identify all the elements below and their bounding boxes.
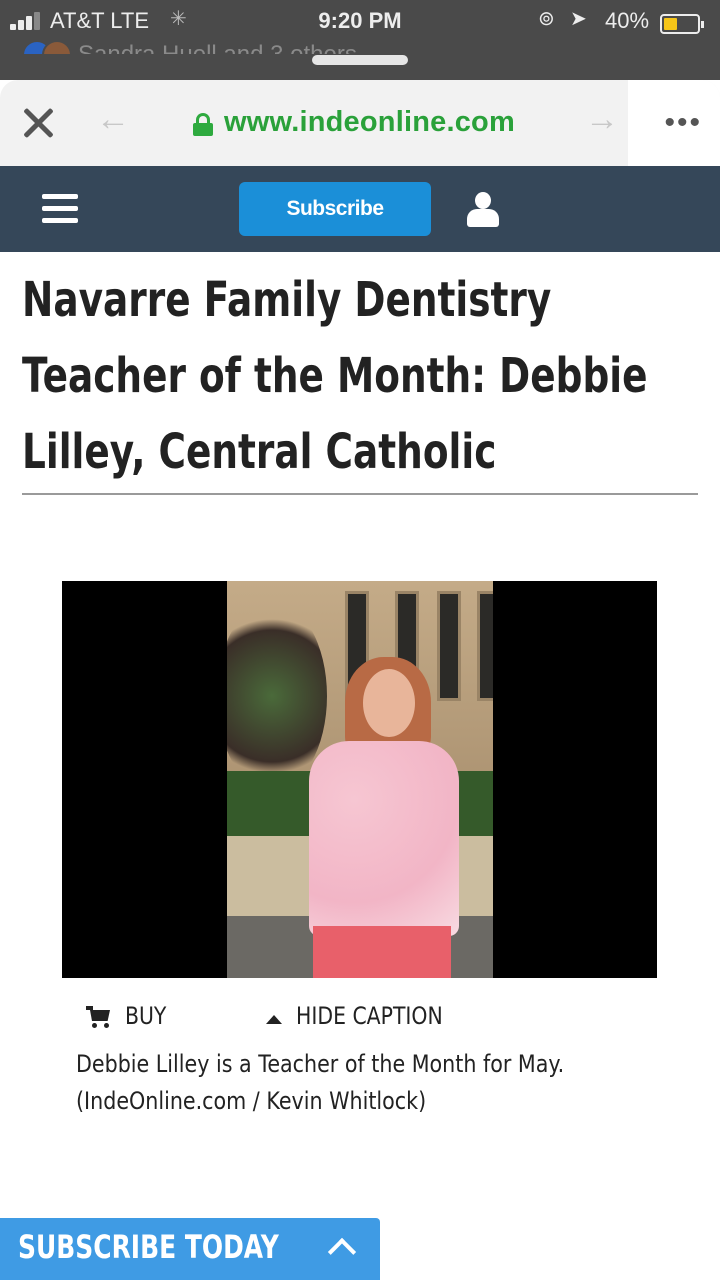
- close-icon[interactable]: [20, 104, 56, 140]
- caption-line: Debbie Lilley is a Teacher of the Month …: [76, 1050, 565, 1078]
- article-photo[interactable]: [227, 581, 493, 978]
- site-header: Subscribe: [0, 166, 720, 252]
- location-arrow-icon: ➤: [570, 8, 587, 30]
- triangle-up-icon: [266, 1015, 282, 1024]
- headline-divider: [22, 493, 698, 495]
- headline-line: Lilley, Central Catholic: [22, 424, 497, 480]
- lock-icon: [193, 113, 213, 136]
- sheet-drag-handle[interactable]: [312, 55, 408, 65]
- back-arrow-icon[interactable]: ←: [96, 100, 130, 139]
- buy-label: BUY: [125, 1002, 167, 1030]
- photo-actions: BUY HIDE CAPTION: [86, 1000, 646, 1036]
- cart-icon: [86, 1006, 112, 1028]
- user-account-icon[interactable]: [467, 192, 499, 228]
- background-notification: Sandra Huell and 3 others: [22, 40, 357, 54]
- photo-caption: Debbie Lilley is a Teacher of the Month …: [76, 1046, 609, 1120]
- menu-icon[interactable]: [42, 194, 78, 224]
- more-options-icon[interactable]: •••: [664, 106, 702, 140]
- subscribe-button[interactable]: Subscribe: [239, 182, 431, 236]
- battery-icon: [660, 14, 704, 34]
- subscribe-today-label: SUBSCRIBE TODAY: [18, 1228, 279, 1266]
- chevron-up-icon[interactable]: [327, 1237, 357, 1267]
- status-bar: AT&T LTE ✳ 9:20 PM ⊚ ➤ 40% Sandra Huell …: [0, 0, 720, 80]
- hide-caption-label: HIDE CAPTION: [296, 1002, 443, 1030]
- url-display[interactable]: www.indeonline.com: [224, 106, 515, 139]
- rotation-lock-icon: ⊚: [538, 8, 555, 30]
- article-headline: Navarre Family Dentistry Teacher of the …: [22, 262, 648, 490]
- caption-line: (IndeOnline.com / Kevin Whitlock): [76, 1087, 427, 1115]
- headline-line: Teacher of the Month: Debbie: [22, 348, 648, 404]
- battery-percent: 40%: [605, 8, 650, 33]
- forward-arrow-icon[interactable]: →: [585, 100, 619, 139]
- browser-toolbar: ← www.indeonline.com → •••: [0, 80, 720, 166]
- subscribe-today-banner[interactable]: SUBSCRIBE TODAY: [0, 1218, 380, 1280]
- headline-line: Navarre Family Dentistry: [22, 272, 552, 328]
- article-photo-frame[interactable]: [62, 581, 657, 978]
- avatar: [42, 40, 72, 54]
